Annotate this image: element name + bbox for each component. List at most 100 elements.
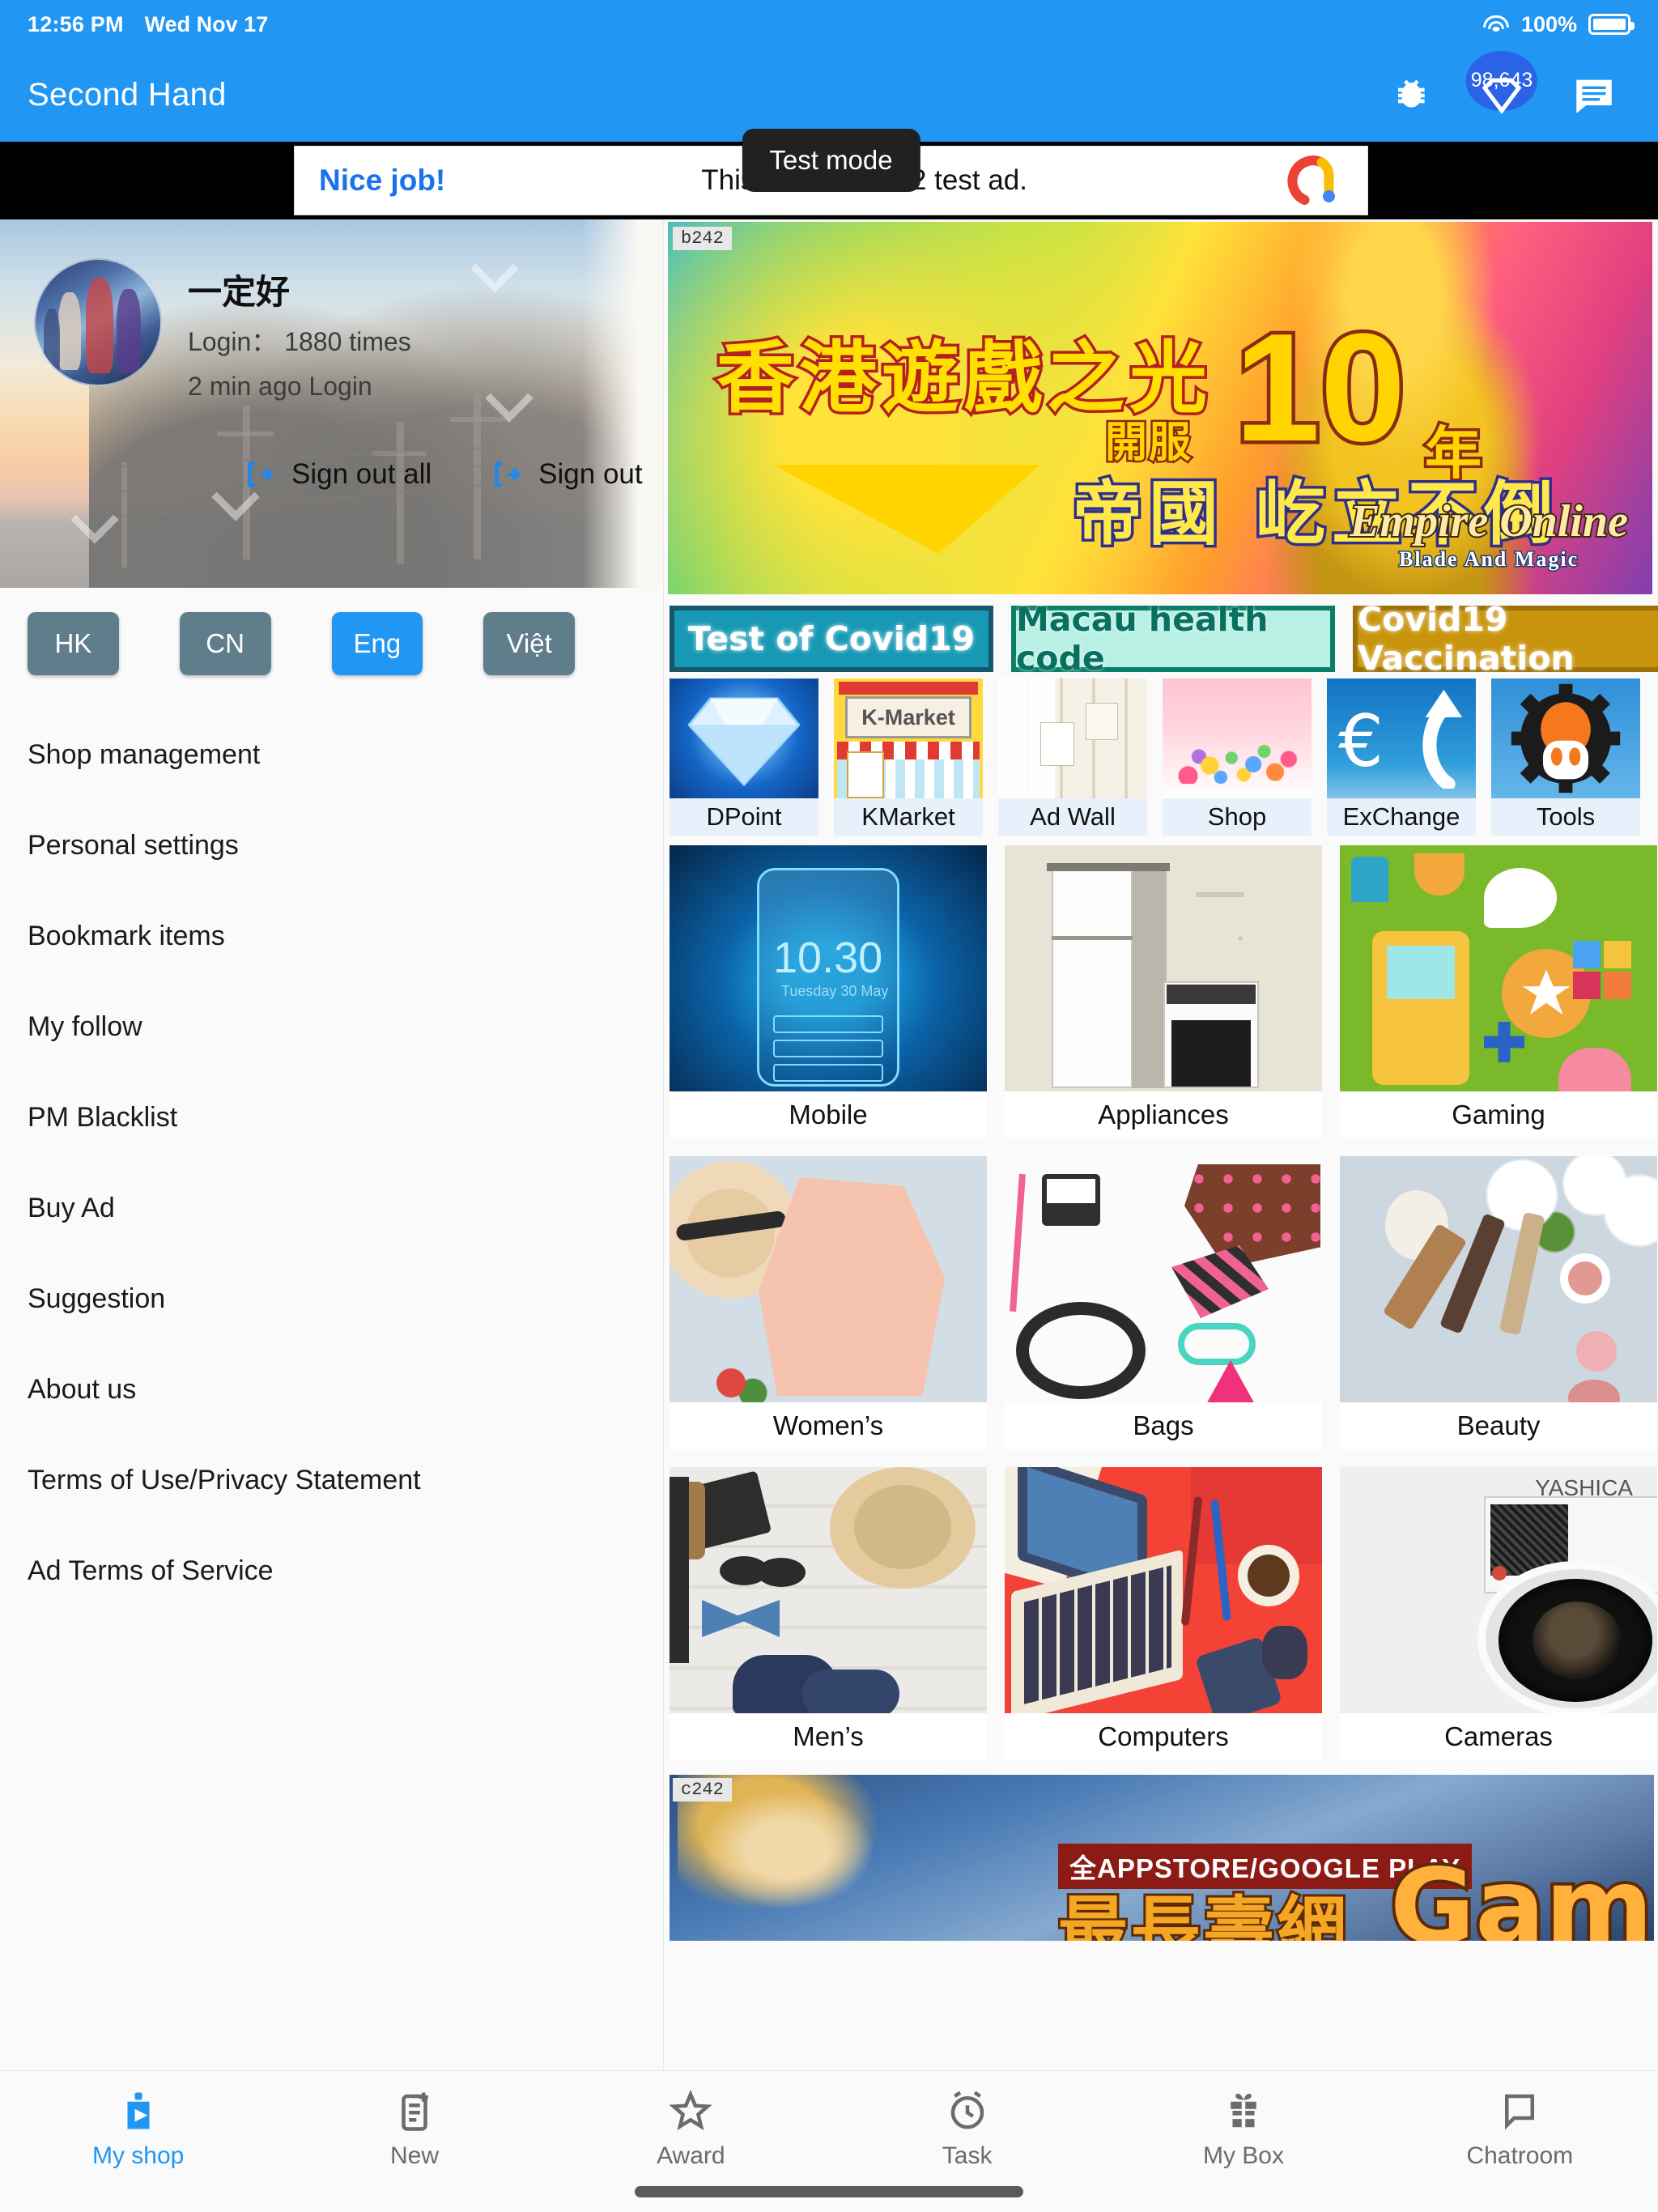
quick-link-label: DPoint <box>670 798 818 836</box>
mens-fashion-art <box>670 1467 987 1713</box>
profile-last-login: 2 min ago Login <box>188 372 372 401</box>
quick-link-label: Shop <box>1163 798 1312 836</box>
nav-item-task[interactable]: Task <box>829 2089 1105 2170</box>
chevron-down-icon <box>70 496 119 544</box>
alarm-clock-icon <box>950 2091 984 2129</box>
banner-game-title: Empire Online <box>1348 495 1630 548</box>
sign-out-all-button[interactable]: Sign out all <box>243 458 432 491</box>
app-bar-actions: 98,643 <box>1384 50 1630 121</box>
chat-icon <box>1576 79 1612 113</box>
chevron-down-icon <box>485 374 534 423</box>
page-title: Second Hand <box>28 77 227 113</box>
menu-item-my-follow[interactable]: My follow <box>0 981 663 1072</box>
admob-test-ad[interactable]: Nice job! This is a AdMob 2 test ad. Tes… <box>295 129 1367 215</box>
quick-link-kmarket[interactable]: K-Market KMarket <box>834 678 983 836</box>
bottom-banner-main-cn: 最長壽網 <box>1056 1887 1350 1941</box>
test-mode-tooltip: Test mode <box>742 129 920 192</box>
category-card-bags[interactable]: Bags <box>1005 1156 1322 1449</box>
flowers-icon <box>1163 678 1312 798</box>
bug-icon <box>1398 79 1425 108</box>
category-card-mens[interactable]: Men’s <box>670 1467 987 1760</box>
menu-item-bookmark-items[interactable]: Bookmark items <box>0 891 663 981</box>
menu-item-ad-terms[interactable]: Ad Terms of Service <box>0 1525 663 1616</box>
quick-link-exchange[interactable]: € ExChange <box>1327 678 1476 836</box>
quick-link-shop[interactable]: Shop <box>1163 678 1312 836</box>
quick-links-row: DPoint K-Market KMarket Ad Wall Shop € E… <box>664 672 1658 836</box>
cameras-art: YASHICA MG-1 <box>1340 1467 1657 1713</box>
new-list-icon <box>402 2092 428 2131</box>
nav-item-my-shop[interactable]: My shop <box>0 2089 276 2170</box>
language-button-cn[interactable]: CN <box>179 612 271 675</box>
banner-tag: b242 <box>673 227 732 250</box>
macau-health-code-button[interactable]: Macau health code <box>1011 600 1335 678</box>
quick-link-label: Ad Wall <box>998 798 1147 836</box>
diamond-points-button[interactable]: 98,643 <box>1465 50 1538 121</box>
menu-item-personal-settings[interactable]: Personal settings <box>0 800 663 891</box>
left-drawer-panel: 一定好 Login： 1880 times 2 min ago Login Si… <box>0 219 664 2148</box>
quick-link-dpoint[interactable]: DPoint <box>670 678 818 836</box>
bug-report-button[interactable] <box>1384 70 1435 121</box>
language-selector: HK CN Eng Việt <box>0 588 663 675</box>
poster-wall-icon <box>998 678 1147 798</box>
main-content: 一定好 Login： 1880 times 2 min ago Login Si… <box>0 219 1658 2148</box>
covid-test-button[interactable]: Test of Covid19 <box>670 606 993 672</box>
gaming-art <box>1340 845 1657 1091</box>
menu-item-pm-blacklist[interactable]: PM Blacklist <box>0 1072 663 1163</box>
euro-sign: € <box>1338 700 1384 783</box>
quick-link-ad-wall[interactable]: Ad Wall <box>998 678 1147 836</box>
messages-button[interactable] <box>1569 70 1619 121</box>
language-button-viet[interactable]: Việt <box>483 612 575 675</box>
category-label: Cameras <box>1340 1713 1657 1760</box>
chevron-down-icon <box>470 245 519 293</box>
quick-link-tools[interactable]: Tools <box>1491 678 1640 836</box>
home-indicator[interactable] <box>635 2186 1023 2197</box>
avatar[interactable] <box>34 258 162 386</box>
category-card-cameras[interactable]: YASHICA MG-1 Cameras <box>1340 1467 1657 1760</box>
profile-card[interactable]: 一定好 Login： 1880 times 2 min ago Login Si… <box>0 219 663 588</box>
nav-label: My shop <box>91 2142 185 2169</box>
ad-banner-strip[interactable]: Nice job! This is a AdMob 2 test ad. Tes… <box>0 129 1658 219</box>
banner-arrow-shape <box>773 465 1040 554</box>
language-button-hk[interactable]: HK <box>28 612 119 675</box>
sign-out-icon <box>495 462 521 487</box>
menu-item-terms-privacy[interactable]: Terms of Use/Privacy Statement <box>0 1435 663 1525</box>
bottom-ad-banner[interactable]: c242 全APPSTORE/GOOGLE PLAY 最長壽網 Game <box>670 1775 1654 1941</box>
menu-item-suggestion[interactable]: Suggestion <box>0 1253 663 1344</box>
nav-item-new[interactable]: New <box>276 2089 552 2170</box>
menu-item-buy-ad[interactable]: Buy Ad <box>0 1163 663 1253</box>
beauty-cosmetics-art <box>1340 1156 1657 1402</box>
battery-percent: 100% <box>1520 11 1577 36</box>
menu-item-shop-management[interactable]: Shop management <box>0 709 663 800</box>
profile-name: 一定好 <box>188 273 291 311</box>
category-card-mobile[interactable]: 10.30 Tuesday 30 May Mobile <box>670 845 987 1138</box>
category-card-gaming[interactable]: Gaming <box>1340 845 1657 1138</box>
nav-item-my-box[interactable]: My Box <box>1105 2089 1381 2170</box>
category-label: Appliances <box>1005 1091 1322 1138</box>
category-card-womens[interactable]: Women’s <box>670 1156 987 1449</box>
category-label: Beauty <box>1340 1402 1657 1449</box>
diamond-icon <box>1482 78 1522 114</box>
nav-item-chatroom[interactable]: Chatroom <box>1382 2089 1658 2170</box>
covid-vaccination-button[interactable]: Covid19 Vaccination <box>1353 600 1658 678</box>
sign-out-all-label: Sign out all <box>291 458 432 490</box>
bottom-banner-main-en: Game <box>1387 1847 1654 1942</box>
sign-out-row: Sign out all Sign out <box>243 458 643 491</box>
top-ad-banner[interactable]: b242 香港遊戲之光 開服 10 年 帝國 屹立不倒 Empire Onlin… <box>668 222 1652 594</box>
mobile-date: Tuesday 30 May <box>781 983 889 999</box>
category-card-computers[interactable]: Computers <box>1005 1467 1322 1760</box>
sign-out-button[interactable]: Sign out <box>490 458 643 491</box>
quick-link-label: Tools <box>1491 798 1640 836</box>
category-label: Men’s <box>670 1713 987 1760</box>
star-icon <box>669 2089 712 2131</box>
bags-accessories-art <box>1005 1156 1322 1402</box>
language-button-eng[interactable]: Eng <box>331 612 423 675</box>
status-date: Wed Nov 17 <box>144 11 269 36</box>
banner-game-logo: Empire Online Blade And Magic <box>1348 495 1630 572</box>
nav-item-award[interactable]: Award <box>553 2089 829 2170</box>
menu-item-about-us[interactable]: About us <box>0 1344 663 1435</box>
shop-play-icon <box>127 2092 150 2129</box>
category-card-appliances[interactable]: Appliances <box>1005 845 1322 1138</box>
profile-login-count: Login： 1880 times <box>188 327 411 356</box>
category-card-beauty[interactable]: Beauty <box>1340 1156 1657 1449</box>
status-time: 12:56 PM <box>28 11 124 36</box>
